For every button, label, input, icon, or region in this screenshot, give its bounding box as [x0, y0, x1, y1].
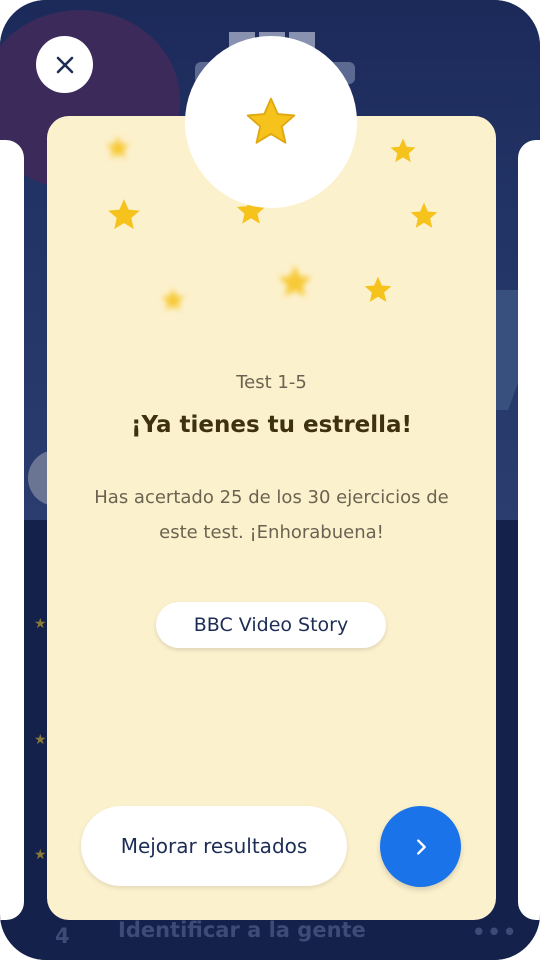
star-icon: ★: [34, 732, 47, 748]
video-story-chip[interactable]: BBC Video Story: [156, 602, 386, 648]
star-icon: [159, 286, 187, 314]
row-title: Identificar a la gente: [118, 918, 366, 942]
row-number: 4: [55, 924, 70, 948]
star-icon: [104, 134, 132, 162]
star-icon: ★: [34, 616, 47, 632]
star-icon: [105, 196, 143, 234]
star-icon: [388, 136, 418, 166]
app-screen: ★ ★ ★ 4 Identificar a la gente ••• Test …: [0, 0, 540, 960]
star-icon: ★: [34, 847, 47, 863]
previous-card[interactable]: [0, 140, 24, 920]
star-icon: [246, 97, 296, 144]
chevron-right-icon: [416, 838, 426, 855]
star-icon: [408, 200, 440, 232]
result-headline: ¡Ya tienes tu estrella!: [130, 412, 413, 438]
earned-star-badge: [185, 36, 357, 208]
improve-results-button[interactable]: Mejorar resultados: [81, 806, 347, 886]
close-icon: [56, 56, 73, 73]
result-card: Test 1-5 ¡Ya tienes tu estrella! Has ace…: [47, 116, 496, 920]
close-button[interactable]: [36, 36, 93, 93]
test-label: Test 1-5: [236, 372, 307, 393]
next-button[interactable]: [380, 806, 461, 887]
result-description: Has acertado 25 de los 30 ejercicios de …: [94, 487, 449, 543]
more-icon: •••: [472, 920, 519, 944]
star-icon: [275, 262, 315, 302]
next-card[interactable]: [518, 140, 540, 920]
star-icon: [362, 274, 394, 306]
